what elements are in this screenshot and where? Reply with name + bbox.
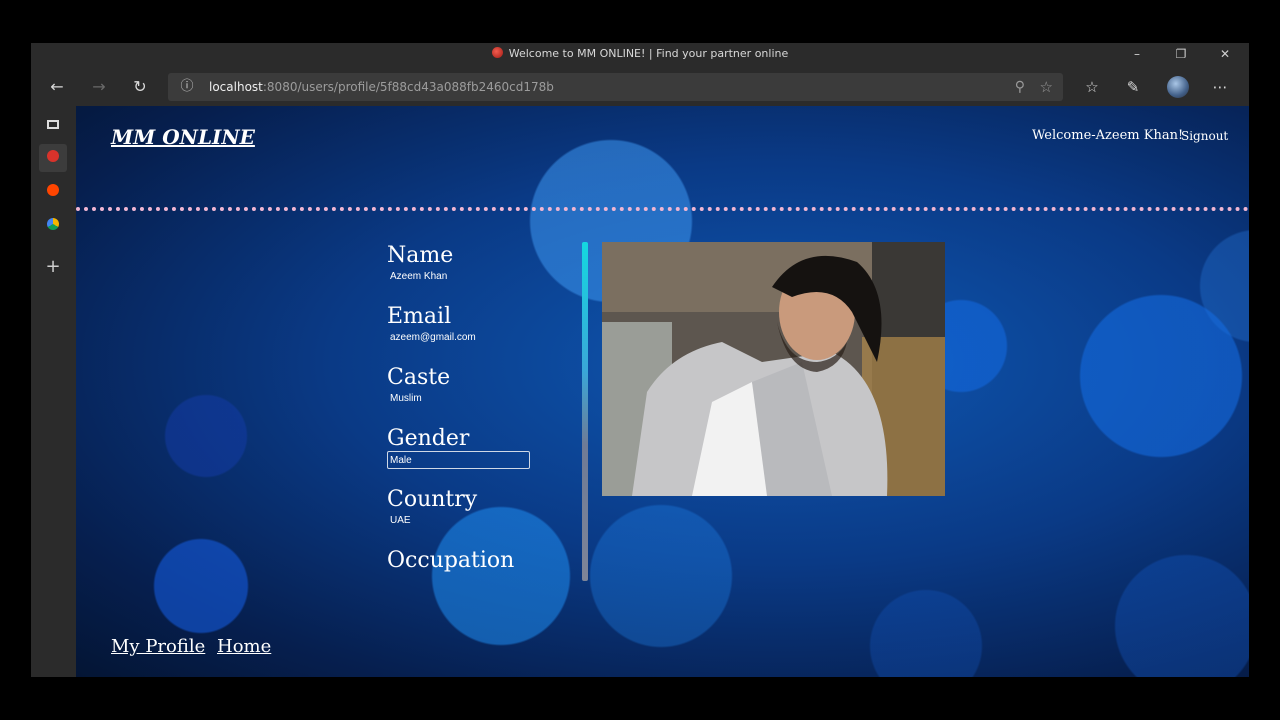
tab-drive[interactable] <box>39 212 67 240</box>
occupation-label: Occupation <box>387 548 515 573</box>
signout-link[interactable]: Signout <box>1181 129 1228 143</box>
name-value: Azeem Khan <box>390 271 448 282</box>
title-bar: Welcome to MM ONLINE! | Find your partne… <box>31 43 1249 65</box>
more-options-icon[interactable]: ⋯ <box>1204 69 1236 105</box>
drive-icon <box>47 218 59 230</box>
my-profile-link[interactable]: My Profile <box>111 636 205 657</box>
back-arrow-icon[interactable]: ← <box>41 69 73 105</box>
favorites-list-icon[interactable]: ☆ <box>1076 69 1108 105</box>
occupation-value <box>390 573 547 591</box>
tab-actions-icon[interactable] <box>39 112 67 140</box>
reddit-icon <box>47 184 59 196</box>
window-title: Welcome to MM ONLINE! | Find your partne… <box>508 47 789 60</box>
url-path: :8080/users/profile/5f88cd43a088fb2460cd… <box>262 80 554 94</box>
site-favicon-icon <box>47 150 59 162</box>
vertical-tabs-sidebar: + <box>31 106 76 677</box>
profile-photo <box>602 242 945 496</box>
caste-label: Caste <box>387 365 451 390</box>
accent-divider-bar <box>582 242 588 581</box>
name-label: Name <box>387 243 454 268</box>
page-content: MM ONLINE Welcome-Azeem Khan! Signout Na… <box>76 106 1249 677</box>
address-bar[interactable]: ⓘ localhost:8080/users/profile/5f88cd43a… <box>168 73 1063 101</box>
profile-photo-illustration <box>602 242 945 496</box>
country-value: UAE <box>390 515 411 526</box>
refresh-icon[interactable]: ↻ <box>124 69 156 105</box>
url-text[interactable]: localhost:8080/users/profile/5f88cd43a08… <box>209 73 554 101</box>
close-icon[interactable]: ✕ <box>1203 43 1247 65</box>
restore-icon[interactable]: ❐ <box>1159 43 1203 65</box>
email-label: Email <box>387 304 452 329</box>
email-value: azeem@gmail.com <box>390 332 476 343</box>
profile-details: Name Azeem Khan Email azeem@gmail.com Ca… <box>387 243 547 609</box>
nav-bar: ← → ↻ ⓘ localhost:8080/users/profile/5f8… <box>31 69 1249 105</box>
info-icon[interactable]: ⓘ <box>178 73 196 101</box>
new-tab-plus-icon[interactable]: + <box>39 253 67 281</box>
favorite-star-icon[interactable]: ☆ <box>1040 73 1053 101</box>
welcome-text: Welcome-Azeem Khan! <box>1032 128 1184 143</box>
home-link[interactable]: Home <box>217 636 271 657</box>
header-divider <box>76 207 1249 211</box>
gender-label: Gender <box>387 426 470 451</box>
read-aloud-icon[interactable]: ✎ <box>1117 69 1149 105</box>
gender-value[interactable]: Male <box>387 451 530 469</box>
site-logo[interactable]: MM ONLINE <box>111 125 255 149</box>
caste-value: Muslim <box>390 393 422 404</box>
browser-window: Welcome to MM ONLINE! | Find your partne… <box>31 43 1249 677</box>
tab-mm-online[interactable] <box>39 144 67 172</box>
tab-reddit[interactable] <box>39 178 67 206</box>
forward-arrow-icon[interactable]: → <box>83 69 115 105</box>
url-host: localhost <box>209 80 263 94</box>
minimize-icon[interactable]: – <box>1115 43 1159 65</box>
site-favicon-icon <box>491 47 503 58</box>
zoom-icon[interactable]: ⚲ <box>1015 73 1025 101</box>
country-label: Country <box>387 487 478 512</box>
profile-avatar-icon[interactable] <box>1167 76 1189 98</box>
